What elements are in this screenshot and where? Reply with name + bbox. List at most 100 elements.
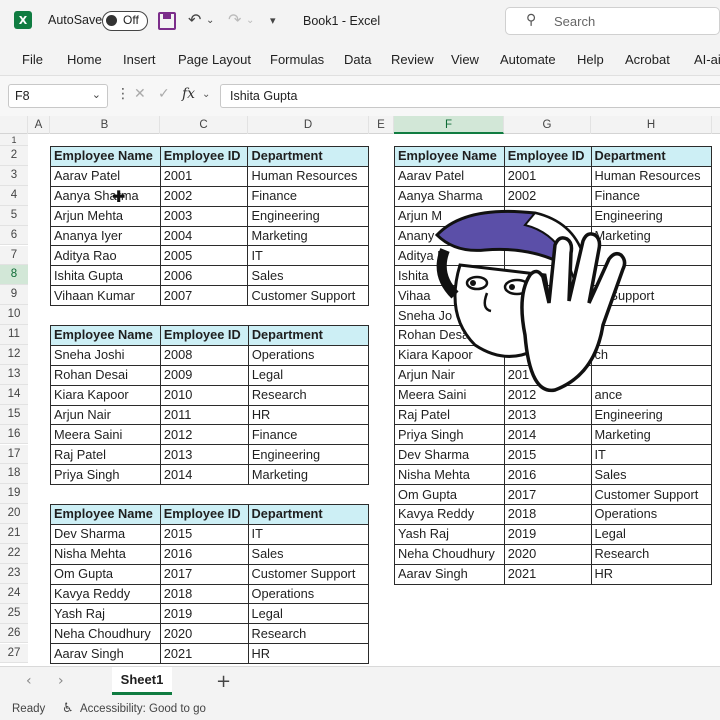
header-cell[interactable]: Employee Name [50,325,161,346]
search-box[interactable]: ⚲ Search [505,7,720,35]
table-cell[interactable]: Om Gupta [50,563,161,585]
enter-check-icon[interactable]: ✓ [158,86,170,102]
table-cell[interactable]: 2014 [503,424,592,446]
table-cell[interactable]: Sales [590,464,712,486]
name-box[interactable]: F8 ⌄ [8,84,108,108]
column-header-e[interactable]: E [369,116,394,134]
tab-file[interactable]: File [22,52,43,67]
save-icon[interactable] [158,12,176,30]
table-cell[interactable]: Meera Saini [50,424,161,446]
table-cell[interactable]: 2014 [159,464,249,486]
undo-dropdown-icon[interactable]: ⌄ [206,15,214,26]
table-cell[interactable]: Research [590,543,712,565]
table-cell[interactable]: 2021 [503,563,592,585]
table-cell[interactable]: Om Gupta [394,484,505,506]
table-cell[interactable]: 2019 [503,523,592,545]
table-cell[interactable]: 2002 [503,185,592,207]
row-header-9[interactable]: 9 [0,285,28,306]
row-header-2[interactable]: 2 [0,146,28,166]
table-cell[interactable]: Neha Choudhury [394,543,505,565]
table-cell[interactable]: Marketing [247,464,370,486]
table-cell[interactable]: 2021 [159,643,249,665]
table-cell[interactable]: Yash Raj [394,523,505,545]
fx-dropdown-icon[interactable]: ⌄ [202,89,210,100]
table-cell[interactable]: 2013 [159,444,249,466]
table-cell[interactable]: Kavya Reddy [50,583,161,605]
next-sheet-icon[interactable]: › [58,673,64,689]
add-sheet-icon[interactable]: + [216,671,231,692]
table-cell[interactable]: 2001 [159,165,249,187]
table-cell[interactable]: 2007 [159,285,249,307]
table-cell[interactable]: IT [590,444,712,466]
tab-data[interactable]: Data [344,52,371,67]
table-cell[interactable]: 2016 [159,543,249,565]
row-header-5[interactable]: 5 [0,205,28,226]
table-cell[interactable]: IT [247,245,369,267]
table-cell[interactable]: Aanya Sharma [50,185,161,207]
column-header-b[interactable]: B [50,116,160,134]
table-cell[interactable]: Engineering [247,205,369,227]
table-cell[interactable]: Yash Raj [50,603,161,625]
table-cell[interactable]: HR [247,643,370,665]
table-cell[interactable]: Aanya Sharma [394,185,505,207]
autosave-toggle[interactable]: Off [102,11,148,31]
row-header-18[interactable]: 18 [0,464,28,485]
header-cell[interactable]: Department [247,146,369,167]
table-cell[interactable]: Sales [247,265,369,287]
table-cell[interactable]: Aditya Rao [50,245,161,267]
row-header-27[interactable]: 27 [0,643,28,664]
table-cell[interactable]: 2015 [159,523,249,545]
column-header-g[interactable]: G [504,116,591,134]
row-header-26[interactable]: 26 [0,623,28,644]
row-header-19[interactable]: 19 [0,484,28,505]
header-cell[interactable]: Department [590,146,712,167]
table-cell[interactable]: Ishita Gupta [50,265,161,287]
table-cell[interactable]: Priya Singh [50,464,161,486]
table-cell[interactable]: 2009 [159,364,249,386]
row-header-25[interactable]: 25 [0,603,28,624]
table-cell[interactable]: Operations [247,583,370,605]
chevron-down-icon[interactable]: ⌄ [92,88,101,101]
table-cell[interactable]: Finance [590,185,712,207]
row-header-16[interactable]: 16 [0,424,28,445]
tab-acrobat[interactable]: Acrobat [625,52,670,67]
table-cell[interactable]: 2017 [503,484,592,506]
table-cell[interactable]: Ananya Iyer [50,225,161,247]
table-cell[interactable]: Marketing [247,225,369,247]
customize-toolbar-icon[interactable]: ▾ [270,14,276,27]
table-cell[interactable]: Rohan Desai [50,364,161,386]
tab-insert[interactable]: Insert [123,52,156,67]
table-cell[interactable]: 2020 [159,623,249,645]
prev-sheet-icon[interactable]: ‹ [26,673,32,689]
column-header-f[interactable]: F [394,116,504,134]
table-cell[interactable]: Arjun Mehta [50,205,161,227]
tab-ai[interactable]: AI-ai [694,52,720,67]
row-header-11[interactable]: 11 [0,325,28,345]
table-cell[interactable]: Raj Patel [50,444,161,466]
table-cell[interactable]: Sales [247,543,370,565]
row-header-20[interactable]: 20 [0,504,28,525]
table-cell[interactable]: 2015 [503,444,592,466]
table-cell[interactable]: Nisha Mehta [394,464,505,486]
table-cell[interactable]: 2008 [159,344,249,366]
redo-icon[interactable]: ↷ [228,10,241,29]
table-cell[interactable]: Research [247,384,370,406]
table-cell[interactable]: Kiara Kapoor [50,384,161,406]
row-header-10[interactable]: 10 [0,305,28,326]
table-cell[interactable]: 2017 [159,563,249,585]
row-header-14[interactable]: 14 [0,384,28,405]
table-cell[interactable]: Operations [247,344,370,366]
table-cell[interactable]: Dev Sharma [394,444,505,466]
column-header-d[interactable]: D [248,116,369,134]
row-header-23[interactable]: 23 [0,563,28,584]
table-cell[interactable]: Aarav Singh [50,643,161,665]
header-cell[interactable]: Employee ID [159,504,249,525]
table-cell[interactable]: HR [247,404,370,426]
header-cell[interactable]: Employee Name [50,504,161,525]
table-cell[interactable]: IT [247,523,370,545]
table-cell[interactable]: 2016 [503,464,592,486]
header-cell[interactable]: Department [247,325,370,346]
header-cell[interactable]: Department [247,504,370,525]
table-cell[interactable]: Legal [590,523,712,545]
table-cell[interactable]: Human Resources [247,165,369,187]
